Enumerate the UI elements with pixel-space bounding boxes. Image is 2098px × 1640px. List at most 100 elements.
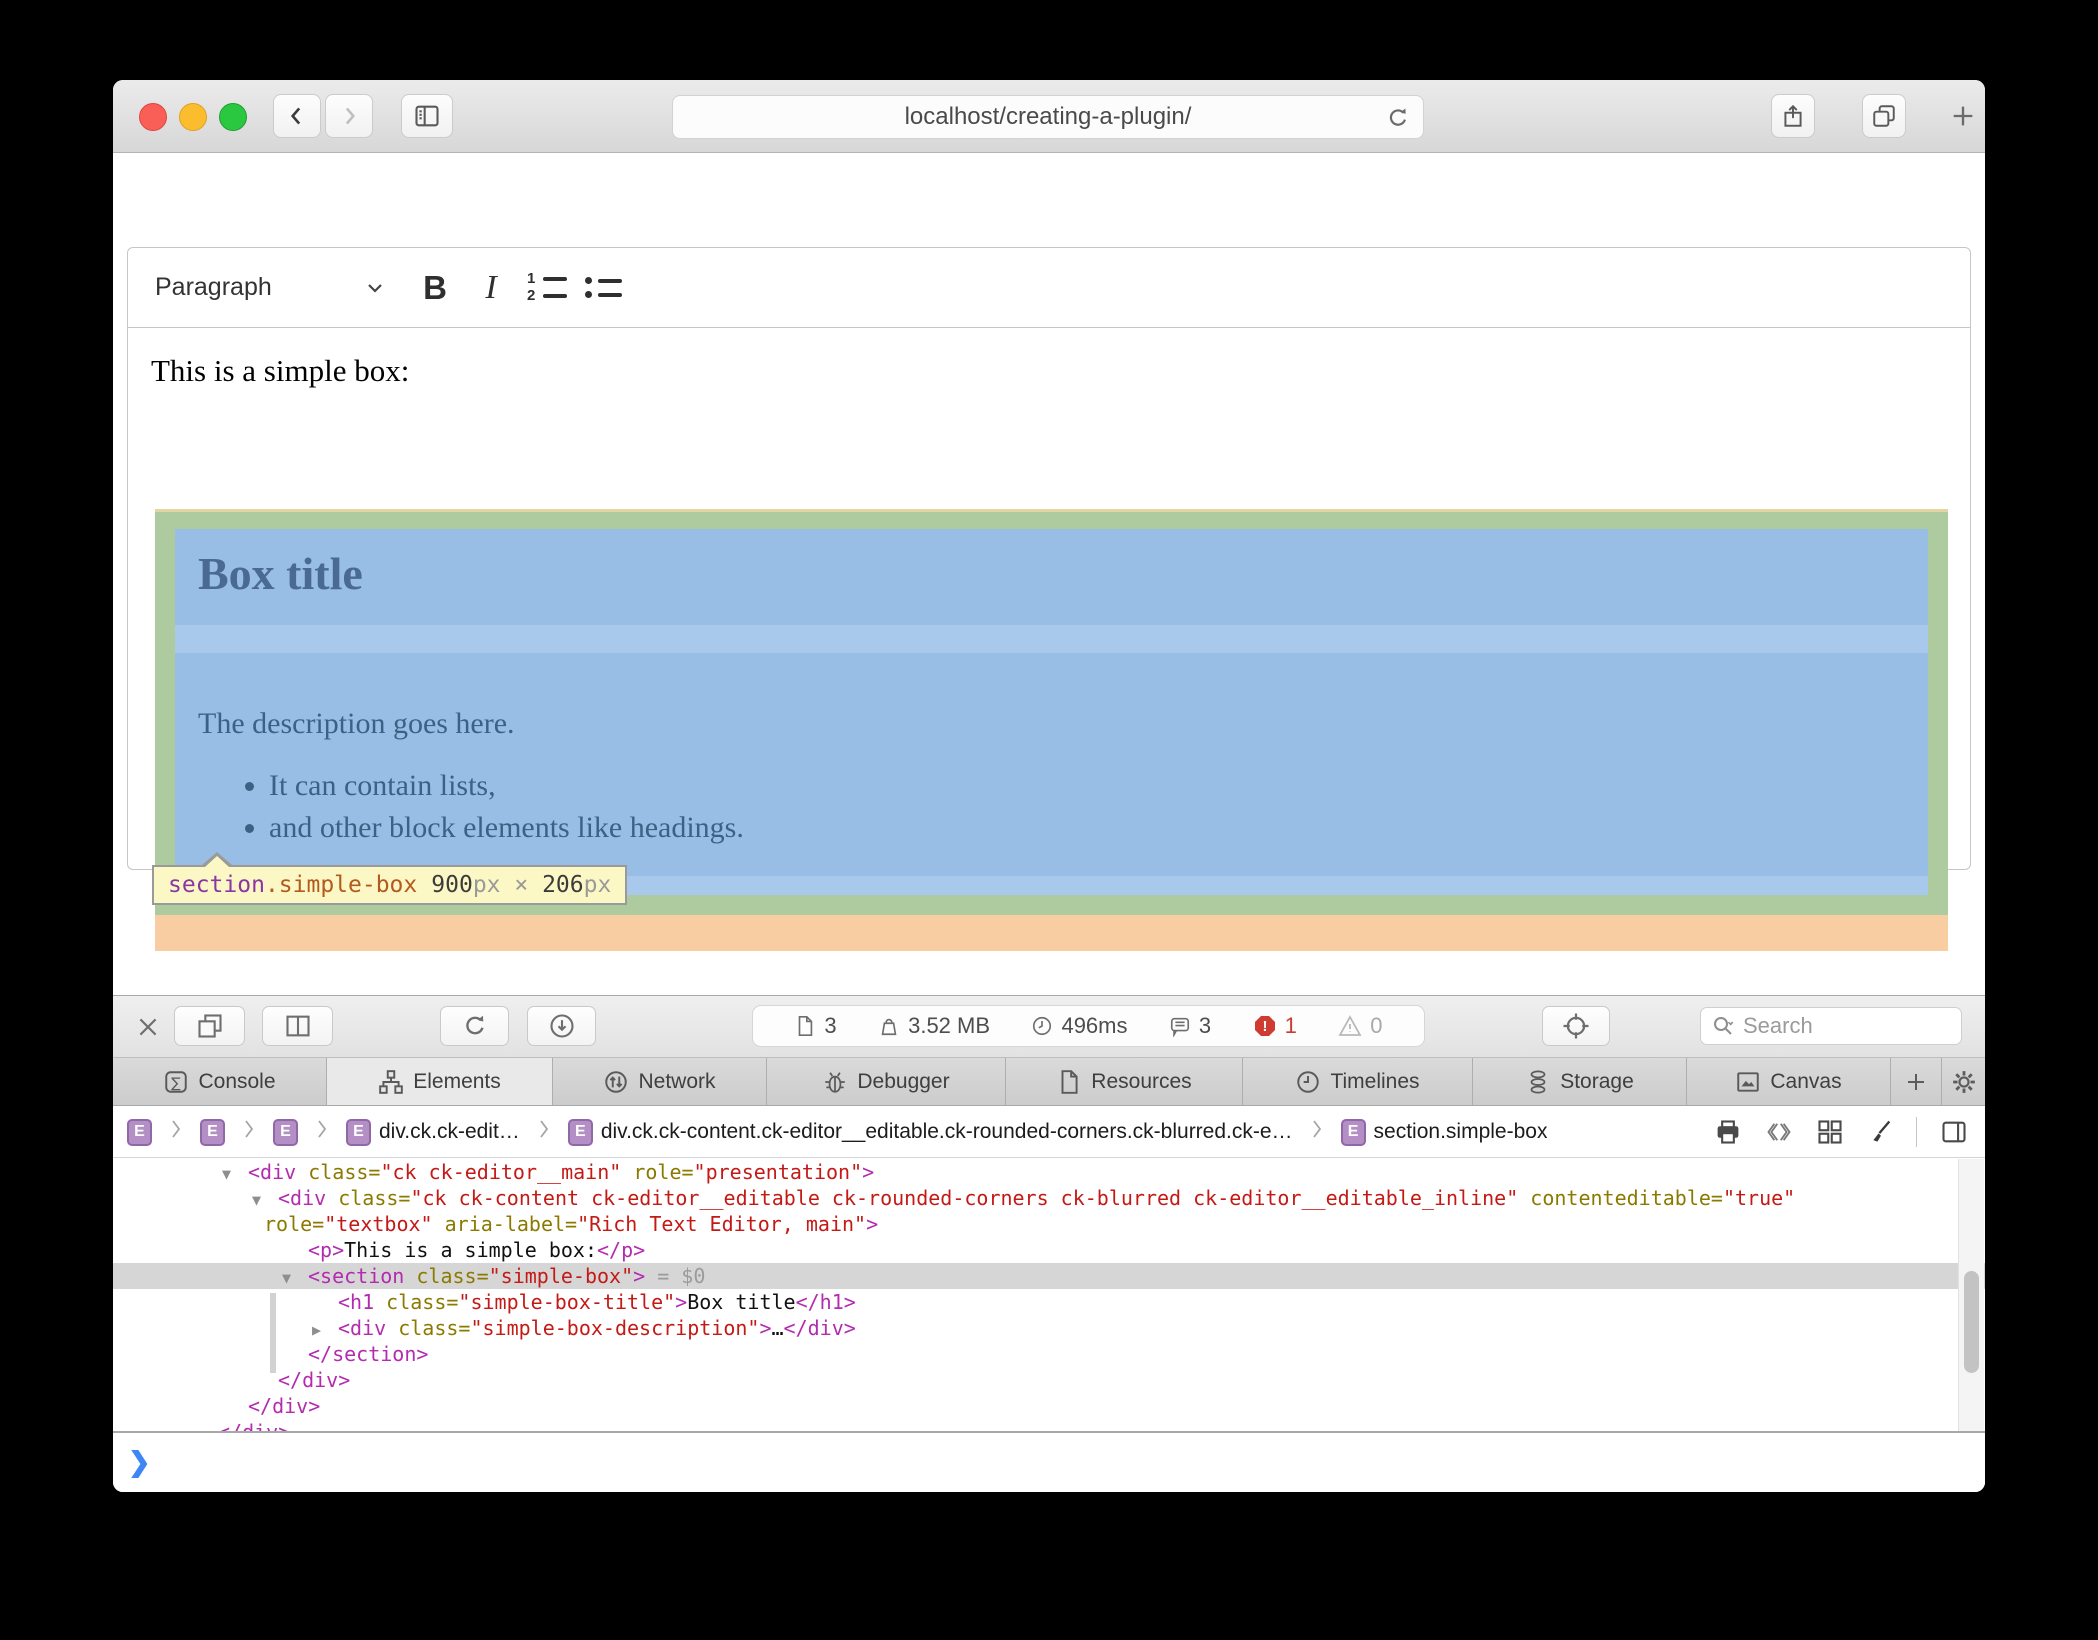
zoom-window-button[interactable] bbox=[219, 103, 247, 131]
search-input[interactable] bbox=[1741, 1012, 1925, 1040]
tab-timelines[interactable]: Timelines bbox=[1243, 1058, 1473, 1105]
editor-editable-area[interactable]: This is a simple box: Box title The desc… bbox=[128, 329, 1970, 869]
tab-elements[interactable]: Elements bbox=[327, 1058, 553, 1105]
new-tab-button[interactable] bbox=[1946, 94, 1980, 138]
tab-debugger[interactable]: Debugger bbox=[767, 1058, 1006, 1105]
inspected-simple-box-margin-highlight bbox=[155, 915, 1948, 951]
close-icon bbox=[135, 1014, 161, 1040]
scrollbar-thumb[interactable] bbox=[1964, 1271, 1979, 1373]
inspector-reload-button[interactable] bbox=[440, 1006, 509, 1046]
numbered-list-button[interactable]: 1 2 bbox=[519, 260, 575, 316]
inspector-toolbar: 3 3.52 MB 496ms 3 ! 1 bbox=[113, 996, 1985, 1058]
inspected-simple-box-content-highlight: Box title The description goes here. It … bbox=[175, 529, 1928, 895]
bulleted-list-icon bbox=[585, 277, 622, 298]
dom-tree-line[interactable]: role="textbox" aria-label="Rich Text Edi… bbox=[113, 1211, 1985, 1237]
disclosure-open-icon[interactable]: ▼ bbox=[222, 1161, 248, 1187]
print-icon[interactable] bbox=[1714, 1118, 1742, 1146]
dom-tree-token: class= bbox=[296, 1160, 380, 1184]
numbered-list-icon: 1 2 bbox=[527, 274, 567, 301]
close-inspector-button[interactable] bbox=[131, 1010, 165, 1044]
dom-tree-token: <section bbox=[308, 1264, 404, 1288]
inspector-search-field[interactable] bbox=[1700, 1007, 1962, 1045]
dom-tree-token: "simple-box-description" bbox=[470, 1316, 759, 1340]
breadcrumb-item[interactable]: Esection.simple-box bbox=[1341, 1119, 1548, 1146]
breadcrumb-actions bbox=[1714, 1117, 1985, 1147]
document-count-badge[interactable]: 3 bbox=[794, 1013, 836, 1039]
warning-count-badge[interactable]: 0 bbox=[1338, 1013, 1382, 1039]
dom-tree-token: "textbox" bbox=[324, 1212, 432, 1236]
close-window-button[interactable] bbox=[139, 103, 167, 131]
address-bar[interactable]: localhost/creating-a-plugin/ bbox=[672, 95, 1424, 139]
source-code-icon[interactable] bbox=[1764, 1118, 1794, 1146]
dom-tree-line[interactable]: <h1 class="simple-box-title">Box title</… bbox=[113, 1289, 1985, 1315]
tab-resources[interactable]: Resources bbox=[1006, 1058, 1243, 1105]
svg-text:∑: ∑ bbox=[172, 1075, 182, 1091]
elements-tab-icon bbox=[378, 1069, 404, 1095]
download-page-button[interactable] bbox=[527, 1006, 596, 1046]
back-button[interactable] bbox=[273, 94, 321, 138]
breadcrumb-item[interactable]: E bbox=[273, 1119, 298, 1146]
bulleted-list-button[interactable] bbox=[575, 260, 631, 316]
dom-tree-token: aria-label= bbox=[433, 1212, 578, 1236]
reload-icon bbox=[461, 1012, 489, 1040]
dom-tree-line[interactable]: ▶<div class="simple-box-description">…</… bbox=[113, 1315, 1985, 1341]
speech-bubble-icon bbox=[1169, 1015, 1191, 1037]
load-time-badge[interactable]: 496ms bbox=[1031, 1013, 1127, 1039]
details-sidebar-icon[interactable] bbox=[1939, 1118, 1969, 1146]
tab-canvas[interactable]: Canvas bbox=[1687, 1058, 1891, 1105]
breadcrumb-item[interactable]: E bbox=[200, 1119, 225, 1146]
inspector-tab-bar: ∑ Console Elements Network Debugger Reso… bbox=[113, 1058, 1985, 1106]
dom-tree-token: contenteditable= bbox=[1518, 1186, 1723, 1210]
disclosure-closed-icon[interactable]: ▶ bbox=[312, 1317, 338, 1343]
paragraph-dropdown-label: Paragraph bbox=[155, 273, 272, 302]
tree-scrollbar[interactable] bbox=[1958, 1159, 1984, 1431]
crosshair-icon bbox=[1561, 1011, 1591, 1041]
tab-storage[interactable]: Storage bbox=[1473, 1058, 1687, 1105]
breadcrumb-label: div.ck.ck-edit… bbox=[379, 1120, 520, 1144]
dom-tree-line[interactable]: ▼<div class="ck ck-editor__main" role="p… bbox=[113, 1159, 1985, 1185]
dock-side-button[interactable] bbox=[262, 1006, 333, 1046]
disclosure-open-icon[interactable]: ▼ bbox=[252, 1187, 278, 1213]
italic-button[interactable]: I bbox=[463, 260, 519, 316]
share-button[interactable] bbox=[1771, 94, 1815, 138]
dom-tree-line[interactable]: </div> bbox=[113, 1367, 1985, 1393]
dom-tree-token: class= bbox=[404, 1264, 488, 1288]
tab-overview-button[interactable] bbox=[1862, 94, 1906, 138]
gear-icon bbox=[1951, 1069, 1977, 1095]
bold-button[interactable]: B bbox=[407, 260, 463, 316]
element-picker-button[interactable] bbox=[1542, 1006, 1610, 1046]
breadcrumb-item[interactable]: Ediv.ck.ck-content.ck-editor__editable.c… bbox=[568, 1119, 1293, 1146]
console-message-badge[interactable]: 3 bbox=[1169, 1013, 1211, 1039]
dom-tree-line[interactable]: ▼<div class="ck ck-content ck-editor__ed… bbox=[113, 1185, 1985, 1211]
dom-tree-line[interactable]: </section> bbox=[113, 1341, 1985, 1367]
minimize-window-button[interactable] bbox=[179, 103, 207, 131]
dom-tree-token: … bbox=[772, 1316, 784, 1340]
detach-inspector-button[interactable] bbox=[174, 1006, 245, 1046]
grid-overlay-icon[interactable] bbox=[1816, 1118, 1844, 1146]
forward-button[interactable] bbox=[325, 94, 373, 138]
dom-tree-line[interactable]: <p>This is a simple box:</p> bbox=[113, 1237, 1985, 1263]
disclosure-open-icon[interactable]: ▼ bbox=[282, 1265, 308, 1291]
transfer-size-badge[interactable]: 3.52 MB bbox=[878, 1013, 990, 1039]
paragraph-dropdown[interactable]: Paragraph bbox=[155, 273, 385, 302]
add-tab-button[interactable] bbox=[1891, 1058, 1942, 1105]
dom-tree-token: "ck ck-editor__main" bbox=[380, 1160, 621, 1184]
breadcrumb-item[interactable]: E bbox=[127, 1119, 152, 1146]
breadcrumb-item[interactable]: Ediv.ck.ck-edit… bbox=[346, 1119, 520, 1146]
tab-console[interactable]: ∑ Console bbox=[113, 1058, 327, 1105]
dom-tree-token: "simple-box-title" bbox=[458, 1290, 675, 1314]
console-prompt-row[interactable]: ❯ bbox=[113, 1431, 1985, 1492]
reload-button[interactable] bbox=[1385, 105, 1411, 131]
paintbrush-icon[interactable] bbox=[1866, 1118, 1894, 1146]
chevron-down-icon bbox=[365, 281, 385, 295]
dom-tree-line[interactable]: </div> bbox=[113, 1419, 1985, 1431]
error-count-badge[interactable]: ! 1 bbox=[1253, 1013, 1297, 1039]
dom-tree-line[interactable]: ▼<section class="simple-box"> = $0 bbox=[113, 1263, 1985, 1289]
dom-tree-line[interactable]: </div> bbox=[113, 1393, 1985, 1419]
breadcrumb-label: div.ck.ck-content.ck-editor__editable.ck… bbox=[601, 1120, 1293, 1144]
sidebar-toggle-button[interactable] bbox=[401, 94, 453, 138]
dom-tree-token: class= bbox=[374, 1290, 458, 1314]
tab-network[interactable]: Network bbox=[553, 1058, 767, 1105]
storage-tab-icon bbox=[1525, 1069, 1551, 1095]
inspector-settings-button[interactable] bbox=[1942, 1058, 1985, 1105]
